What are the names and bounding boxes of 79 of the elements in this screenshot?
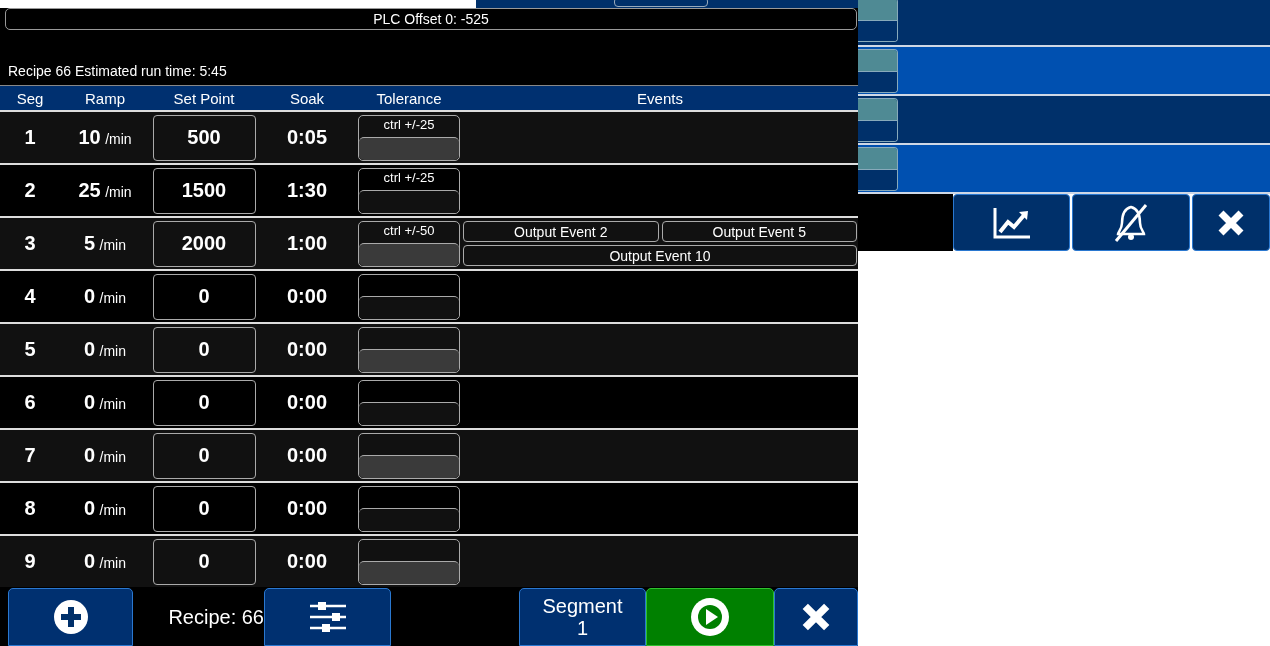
list-row[interactable] (858, 47, 1270, 96)
set-point-field[interactable]: 2000 (152, 220, 256, 267)
close-icon (801, 602, 831, 632)
ramp-value: 25 /min (78, 179, 132, 202)
play-button[interactable] (646, 588, 774, 646)
column-header: Set Point (172, 89, 236, 107)
tolerance-button[interactable] (358, 379, 460, 426)
row-button[interactable] (858, 98, 898, 142)
set-point-field[interactable]: 0 (152, 538, 256, 585)
settings-button[interactable] (264, 588, 391, 646)
ramp-value: 0 /min (84, 550, 126, 573)
segment-button[interactable]: Segment 1 (519, 588, 646, 646)
estimate-text: Recipe 66 Estimated run time: 5:45 (8, 63, 227, 79)
plus-circle-icon (52, 599, 89, 635)
row-button[interactable] (858, 0, 898, 42)
set-point-field[interactable]: 0 (152, 432, 256, 479)
column-header: Tolerance (375, 89, 443, 107)
set-point-field[interactable]: 0 (152, 273, 256, 320)
column-header: Soak (288, 89, 326, 107)
small-button[interactable] (614, 0, 708, 7)
offset-bar: PLC Offset 0: -525 (5, 8, 857, 30)
ramp-value: 5 /min (84, 232, 126, 255)
set-point-field[interactable]: 1500 (152, 167, 256, 214)
soak-time: 0:05 (287, 126, 327, 149)
event-button[interactable]: Output Event 2 (463, 221, 659, 242)
column-header: Ramp (84, 89, 126, 107)
soak-time: 0:00 (287, 550, 327, 573)
tolerance-button[interactable] (358, 326, 460, 373)
event-button[interactable]: Output Event 10 (463, 245, 857, 266)
close-button[interactable] (1192, 194, 1270, 251)
set-point-field[interactable]: 0 (152, 326, 256, 373)
segment-number: 1 (24, 126, 36, 149)
add-button[interactable] (8, 588, 133, 646)
segment-number: 2 (24, 179, 36, 202)
soak-time: 0:00 (287, 444, 327, 467)
tolerance-button[interactable]: ctrl +/-25 (358, 114, 460, 161)
ramp-value: 0 /min (84, 391, 126, 414)
recipe-label: Recipe: 66 (167, 604, 264, 630)
segment-number: 7 (24, 444, 36, 467)
sliders-icon (307, 601, 348, 633)
tolerance-button[interactable] (358, 485, 460, 532)
chart-button[interactable] (952, 194, 1071, 251)
segment-number: 5 (24, 338, 36, 361)
row-button[interactable] (858, 49, 898, 93)
line-chart-icon (991, 205, 1032, 240)
soak-time: 1:30 (287, 179, 327, 202)
close-icon (1217, 208, 1246, 237)
tolerance-button[interactable] (358, 273, 460, 320)
set-point-field[interactable]: 500 (152, 114, 256, 161)
soak-time: 0:00 (287, 391, 327, 414)
segment-number: 6 (24, 391, 36, 414)
column-header: Events (636, 89, 684, 107)
mute-alarm-button[interactable] (1072, 194, 1191, 251)
set-point-field[interactable]: 0 (152, 485, 256, 532)
list-row[interactable] (858, 96, 1270, 145)
soak-time: 0:00 (287, 285, 327, 308)
tolerance-button[interactable]: ctrl +/-50 (358, 220, 460, 267)
tolerance-button[interactable] (358, 538, 460, 585)
column-header: Seg (15, 89, 45, 107)
row-button[interactable] (858, 147, 898, 191)
ramp-value: 0 /min (84, 338, 126, 361)
ramp-value: 10 /min (78, 126, 132, 149)
soak-time: 1:00 (287, 232, 327, 255)
set-point-field[interactable]: 0 (152, 379, 256, 426)
play-icon (690, 597, 730, 637)
segment-number: 9 (24, 550, 36, 573)
segment-number: 3 (24, 232, 36, 255)
ramp-value: 0 /min (84, 497, 126, 520)
soak-time: 0:00 (287, 497, 327, 520)
tolerance-button[interactable] (358, 432, 460, 479)
segment-number: 8 (24, 497, 36, 520)
segment-number: 4 (24, 285, 36, 308)
tolerance-button[interactable]: ctrl +/-25 (358, 167, 460, 214)
list-row[interactable] (858, 145, 1270, 194)
event-button[interactable]: Output Event 5 (661, 221, 857, 242)
ramp-value: 0 /min (84, 285, 126, 308)
soak-time: 0:00 (287, 338, 327, 361)
close-button[interactable] (774, 588, 858, 646)
ramp-value: 0 /min (84, 444, 126, 467)
